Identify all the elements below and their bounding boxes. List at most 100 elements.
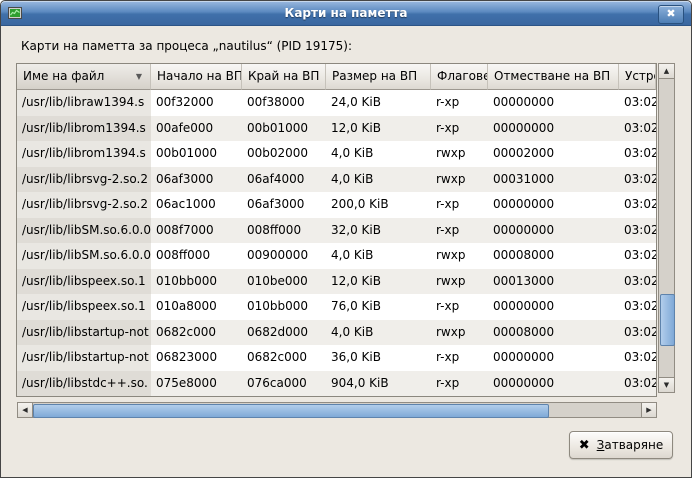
cell-vm-size: 4,0 KiB	[326, 320, 431, 346]
cell-filename: /usr/lib/librsvg-2.so.2	[17, 192, 151, 218]
cell-vm-end: 00b01000	[242, 116, 326, 142]
cell-device: 03:02	[619, 243, 656, 269]
memory-maps-dialog: Карти на паметта ✖ Карти на паметта за п…	[0, 0, 692, 478]
column-header-vm-offset[interactable]: Отместване на ВП	[488, 64, 619, 90]
cell-flags: r-xp	[431, 90, 488, 116]
cell-filename: /usr/lib/libspeex.so.1	[17, 269, 151, 295]
column-header-vm-size[interactable]: Размер на ВП	[326, 64, 431, 90]
cell-device: 03:02	[619, 345, 656, 371]
table-row[interactable]: /usr/lib/libstartup-not 06823000 0682c00…	[17, 345, 656, 371]
cell-vm-size: 4,0 KiB	[326, 141, 431, 167]
cell-vm-start: 008ff000	[151, 243, 242, 269]
column-header-device[interactable]: Устройство	[619, 64, 656, 90]
cell-vm-end: 0682d000	[242, 320, 326, 346]
cell-device: 03:02	[619, 269, 656, 295]
vertical-scrollbar[interactable]: ▲ ▼	[658, 63, 675, 393]
cell-filename: /usr/lib/libstdc++.so.	[17, 371, 151, 397]
table-row[interactable]: /usr/lib/libspeex.so.1 010a8000 010bb000…	[17, 294, 656, 320]
cell-vm-start: 00f32000	[151, 90, 242, 116]
cell-vm-start: 06af3000	[151, 167, 242, 193]
cell-vm-size: 4,0 KiB	[326, 243, 431, 269]
cell-device: 03:02	[619, 320, 656, 346]
cell-flags: rwxp	[431, 141, 488, 167]
cell-vm-end: 010be000	[242, 269, 326, 295]
cell-vm-offset: 00008000	[488, 243, 619, 269]
cell-vm-offset: 00013000	[488, 269, 619, 295]
cell-vm-start: 00b01000	[151, 141, 242, 167]
cell-flags: r-xp	[431, 192, 488, 218]
cell-flags: rwxp	[431, 320, 488, 346]
cell-device: 03:02	[619, 116, 656, 142]
column-header-flags[interactable]: Флагове	[431, 64, 488, 90]
scroll-right-icon[interactable]: ▶	[641, 402, 657, 418]
cell-vm-start: 06ac1000	[151, 192, 242, 218]
cell-filename: /usr/lib/libraw1394.s	[17, 90, 151, 116]
cell-filename: /usr/lib/libspeex.so.1	[17, 294, 151, 320]
horizontal-scrollbar-thumb[interactable]	[33, 404, 549, 418]
table-row[interactable]: /usr/lib/libSM.so.6.0.0 008ff000 0090000…	[17, 243, 656, 269]
cell-device: 03:02	[619, 218, 656, 244]
cell-vm-size: 200,0 KiB	[326, 192, 431, 218]
cell-vm-end: 076ca000	[242, 371, 326, 397]
cell-vm-offset: 00000000	[488, 218, 619, 244]
column-header-filename[interactable]: Име на файл ▼	[17, 64, 151, 90]
scroll-up-icon[interactable]: ▲	[658, 63, 675, 79]
cell-vm-size: 36,0 KiB	[326, 345, 431, 371]
process-heading: Карти на паметта за процеса „nautilus“ (…	[21, 39, 352, 53]
window-close-icon[interactable]: ✖	[658, 5, 684, 24]
cell-device: 03:02	[619, 294, 656, 320]
cell-vm-end: 008ff000	[242, 218, 326, 244]
cell-flags: rwxp	[431, 167, 488, 193]
table-body: /usr/lib/libraw1394.s 00f32000 00f38000 …	[17, 90, 656, 396]
cell-device: 03:02	[619, 141, 656, 167]
horizontal-scrollbar[interactable]: ◀ ▶	[17, 402, 657, 418]
scroll-down-icon[interactable]: ▼	[658, 377, 675, 393]
cell-vm-size: 4,0 KiB	[326, 167, 431, 193]
cell-vm-start: 075e8000	[151, 371, 242, 397]
cell-vm-end: 00b02000	[242, 141, 326, 167]
cell-flags: r-xp	[431, 294, 488, 320]
table-row[interactable]: /usr/lib/libstdc++.so. 075e8000 076ca000…	[17, 371, 656, 397]
table-row[interactable]: /usr/lib/librsvg-2.so.2 06ac1000 06af300…	[17, 192, 656, 218]
cell-vm-start: 06823000	[151, 345, 242, 371]
table-row[interactable]: /usr/lib/libstartup-not 0682c000 0682d00…	[17, 320, 656, 346]
cell-device: 03:02	[619, 371, 656, 397]
column-header-vm-start[interactable]: Начало на ВП	[151, 64, 242, 90]
cell-vm-size: 24,0 KiB	[326, 90, 431, 116]
cell-filename: /usr/lib/librsvg-2.so.2	[17, 167, 151, 193]
column-header-vm-end[interactable]: Край на ВП	[242, 64, 326, 90]
cell-vm-offset: 00000000	[488, 371, 619, 397]
cell-flags: r-xp	[431, 218, 488, 244]
scroll-left-icon[interactable]: ◀	[17, 402, 33, 418]
table-row[interactable]: /usr/lib/libspeex.so.1 010bb000 010be000…	[17, 269, 656, 295]
table-row[interactable]: /usr/lib/libraw1394.s 00f32000 00f38000 …	[17, 90, 656, 116]
table-row[interactable]: /usr/lib/librom1394.s 00afe000 00b01000 …	[17, 116, 656, 142]
cell-flags: r-xp	[431, 116, 488, 142]
cell-vm-start: 008f7000	[151, 218, 242, 244]
cell-filename: /usr/lib/libstartup-not	[17, 320, 151, 346]
cell-vm-size: 32,0 KiB	[326, 218, 431, 244]
cell-device: 03:02	[619, 192, 656, 218]
cell-vm-end: 010bb000	[242, 294, 326, 320]
cell-vm-size: 76,0 KiB	[326, 294, 431, 320]
cell-vm-offset: 00000000	[488, 116, 619, 142]
cell-filename: /usr/lib/librom1394.s	[17, 116, 151, 142]
cell-filename: /usr/lib/librom1394.s	[17, 141, 151, 167]
close-button[interactable]: ✖ Затваряне	[569, 431, 673, 459]
cell-filename: /usr/lib/libstartup-not	[17, 345, 151, 371]
cell-flags: r-xp	[431, 345, 488, 371]
close-x-icon: ✖	[579, 439, 590, 452]
cell-device: 03:02	[619, 167, 656, 193]
table-row[interactable]: /usr/lib/librsvg-2.so.2 06af3000 06af400…	[17, 167, 656, 193]
titlebar[interactable]: Карти на паметта ✖	[1, 1, 691, 26]
cell-device: 03:02	[619, 90, 656, 116]
table-header-row: Име на файл ▼ Начало на ВП Край на ВП Ра…	[17, 64, 656, 90]
cell-vm-size: 12,0 KiB	[326, 269, 431, 295]
cell-flags: rwxp	[431, 243, 488, 269]
vertical-scrollbar-thumb[interactable]	[660, 294, 675, 346]
cell-vm-start: 0682c000	[151, 320, 242, 346]
cell-vm-end: 00900000	[242, 243, 326, 269]
table-row[interactable]: /usr/lib/libSM.so.6.0.0 008f7000 008ff00…	[17, 218, 656, 244]
cell-vm-offset: 00000000	[488, 192, 619, 218]
table-row[interactable]: /usr/lib/librom1394.s 00b01000 00b02000 …	[17, 141, 656, 167]
